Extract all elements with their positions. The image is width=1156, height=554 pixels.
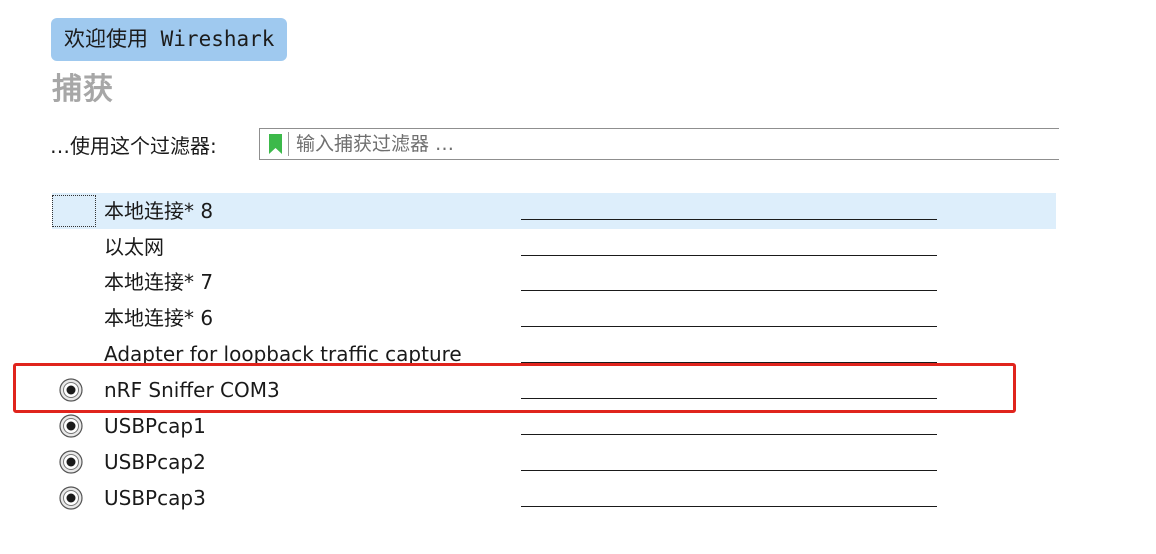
interface-row[interactable]: USBPcap3 [0,480,1156,516]
filter-bookmark-button[interactable] [263,132,289,156]
interface-name: 本地连接* 7 [104,270,214,294]
wireshark-welcome-page: 欢迎使用 Wireshark 捕获 …使用这个过滤器: 本地连接* 8 以太网 … [0,0,1156,554]
extcap-radio-icon [59,486,83,510]
interface-name: 本地连接* 6 [104,306,214,330]
traffic-sparkline [521,290,937,291]
traffic-sparkline [521,470,937,471]
capture-filter-input[interactable] [296,129,996,159]
interface-row[interactable]: Adapter for loopback traffic capture [0,336,1156,372]
traffic-sparkline [521,506,937,507]
welcome-banner-button[interactable]: 欢迎使用 Wireshark [51,18,288,61]
traffic-sparkline [521,255,937,256]
interface-name: USBPcap3 [104,486,206,510]
interface-name: 以太网 [104,235,164,259]
traffic-sparkline [521,398,937,399]
bookmark-icon [269,134,282,154]
interface-name: USBPcap1 [104,414,206,438]
interface-row[interactable]: 本地连接* 8 [0,193,1156,229]
traffic-sparkline [521,326,937,327]
interface-name: USBPcap2 [104,450,206,474]
interface-row[interactable]: 以太网 [0,229,1156,265]
traffic-sparkline [521,434,937,435]
capture-filter-label: …使用这个过滤器: [50,134,217,158]
interface-row[interactable]: USBPcap2 [0,444,1156,480]
capture-filter-field[interactable] [259,128,1059,160]
focus-indicator [52,195,96,227]
capture-section-title: 捕获 [52,72,114,107]
traffic-sparkline [521,362,937,363]
interface-row[interactable]: 本地连接* 6 [0,300,1156,336]
extcap-radio-icon [59,378,83,402]
interface-name: 本地连接* 8 [104,199,214,223]
extcap-radio-icon [59,414,83,438]
interface-row[interactable]: USBPcap1 [0,408,1156,444]
traffic-sparkline [521,219,937,220]
interface-row[interactable]: nRF Sniffer COM3 [0,372,1156,408]
extcap-radio-icon [59,450,83,474]
interface-name: nRF Sniffer COM3 [104,378,280,402]
interface-name: Adapter for loopback traffic capture [104,342,462,366]
interface-row[interactable]: 本地连接* 7 [0,264,1156,300]
